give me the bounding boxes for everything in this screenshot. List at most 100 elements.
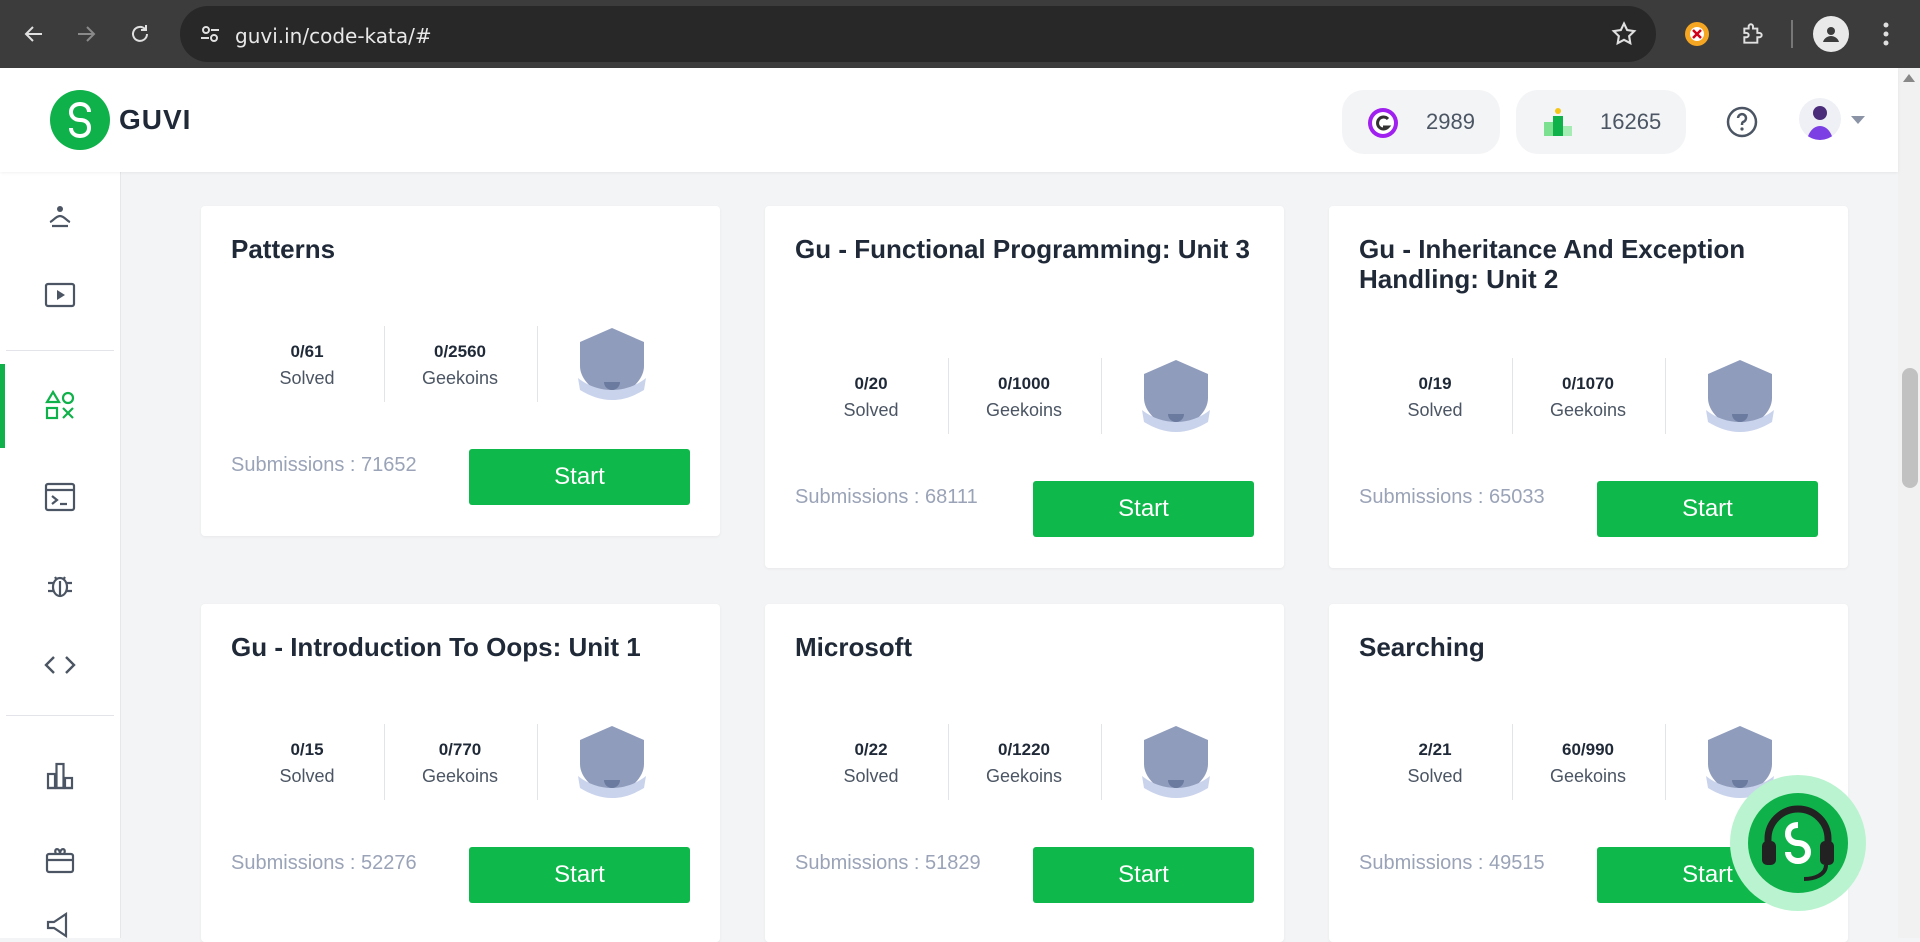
start-button[interactable]: Start <box>1033 847 1254 903</box>
forward-icon[interactable] <box>66 14 106 54</box>
gift-icon <box>45 848 75 874</box>
submissions-count: Submissions : 65033 <box>1359 486 1545 508</box>
back-icon[interactable] <box>14 14 54 54</box>
solved-label: Solved <box>1407 766 1463 786</box>
support-headset-icon <box>1748 793 1848 893</box>
podium-icon <box>1542 106 1574 143</box>
submissions-count: Submissions : 49515 <box>1359 852 1545 874</box>
sidebar-item-debugging[interactable] <box>0 562 120 608</box>
menu-dots-icon[interactable] <box>1866 14 1906 54</box>
solved-label: Solved <box>279 368 335 388</box>
submissions-count: Submissions : 52276 <box>231 852 417 874</box>
site-info-icon[interactable] <box>198 22 222 51</box>
geekoins-label: Geekoins <box>985 400 1063 420</box>
geekoins-count: 0/770 <box>438 740 482 759</box>
solved-label: Solved <box>279 766 335 786</box>
sidebar-divider <box>6 715 114 716</box>
chevron-down-icon[interactable] <box>1851 116 1865 124</box>
solved-label: Solved <box>843 766 899 786</box>
badge-shield-icon <box>1704 358 1776 434</box>
page-scrollbar[interactable] <box>1898 68 1920 938</box>
geekoins-pill[interactable]: 2989 <box>1342 90 1500 154</box>
profile-icon[interactable] <box>1813 16 1849 52</box>
card-stats: 0/20 Solved 0/1000 Geekoins <box>795 358 1225 434</box>
browser-toolbar: guvi.in/code-kata/# <box>0 0 1920 68</box>
start-button[interactable]: Start <box>1033 481 1254 537</box>
geekoins-stat: 0/1070 Geekoins <box>1512 358 1664 434</box>
geekoins-count: 0/2560 <box>434 342 486 361</box>
sidebar-item-rewards[interactable] <box>0 836 120 882</box>
support-chat-button[interactable] <box>1730 775 1866 911</box>
address-bar[interactable]: guvi.in/code-kata/# <box>180 6 1656 62</box>
card-title[interactable]: Gu - Inheritance And Exception Handling:… <box>1359 234 1818 294</box>
megaphone-icon <box>46 912 68 938</box>
card-stats: 0/61 Solved 0/2560 Geekoins <box>231 326 661 402</box>
scrollbar-thumb[interactable] <box>1902 368 1918 488</box>
stat-divider <box>1101 358 1102 434</box>
shapes-icon <box>45 389 75 420</box>
geekoins-stat: 60/990 Geekoins <box>1512 724 1664 800</box>
sidebar-item-practice[interactable] <box>0 194 120 240</box>
sidebar-item-leaderboard[interactable] <box>0 752 120 798</box>
solved-count: 0/19 <box>1418 374 1452 393</box>
bug-icon <box>48 576 72 598</box>
start-button[interactable]: Start <box>469 449 690 505</box>
kata-card[interactable]: Gu - Inheritance And Exception Handling:… <box>1329 206 1848 568</box>
geekoins-label: Geekoins <box>421 368 499 388</box>
kata-card[interactable]: Microsoft 0/22 Solved 0/1220 Geekoins Su… <box>765 604 1284 942</box>
sidebar-item-code[interactable] <box>0 642 120 688</box>
extensions-puzzle-icon[interactable] <box>1733 14 1773 54</box>
scroll-up-arrow-icon[interactable] <box>1903 74 1915 82</box>
rank-pill[interactable]: 16265 <box>1516 90 1686 154</box>
badge-shield-icon <box>576 326 648 402</box>
solved-stat: 2/21 Solved <box>1359 724 1511 800</box>
bookmark-star-icon[interactable] <box>1610 20 1638 53</box>
rank-value: 16265 <box>1600 109 1662 134</box>
card-stats: 0/15 Solved 0/770 Geekoins <box>231 724 661 800</box>
solved-stat: 0/61 Solved <box>231 326 383 402</box>
help-icon[interactable] <box>1726 106 1758 143</box>
app-header: GUVI 2989 16265 <box>0 68 1898 172</box>
stat-divider <box>537 724 538 800</box>
extension-icon[interactable] <box>1677 14 1717 54</box>
solved-label: Solved <box>843 400 899 420</box>
terminal-window-icon <box>44 482 76 512</box>
bar-chart-icon <box>46 762 74 790</box>
start-button[interactable]: Start <box>469 847 690 903</box>
reload-icon[interactable] <box>120 14 160 54</box>
code-brackets-icon <box>44 656 76 674</box>
sidebar-item-ide[interactable] <box>0 474 120 520</box>
geekoins-label: Geekoins <box>1549 400 1627 420</box>
card-title[interactable]: Searching <box>1359 632 1818 662</box>
sidebar-item-videos[interactable] <box>0 272 120 318</box>
sidebar-divider <box>6 350 114 351</box>
submissions-count: Submissions : 68111 <box>795 486 978 508</box>
card-title[interactable]: Patterns <box>231 234 690 264</box>
submissions-count: Submissions : 51829 <box>795 852 981 874</box>
kata-card[interactable]: Patterns 0/61 Solved 0/2560 Geekoins Sub… <box>201 206 720 536</box>
logo-text[interactable]: GUVI <box>119 104 191 136</box>
url-text[interactable]: guvi.in/code-kata/# <box>235 24 432 48</box>
card-title[interactable]: Gu - Functional Programming: Unit 3 <box>795 234 1254 264</box>
geekoins-label: Geekoins <box>421 766 499 786</box>
solved-stat: 0/19 Solved <box>1359 358 1511 434</box>
guvi-logo-icon[interactable] <box>50 90 110 150</box>
solved-count: 0/61 <box>290 342 324 361</box>
card-title[interactable]: Gu - Introduction To Oops: Unit 1 <box>231 632 690 662</box>
geekoins-stat: 0/770 Geekoins <box>384 724 536 800</box>
geekoins-value: 2989 <box>1426 109 1475 134</box>
sidebar-item-codekata[interactable] <box>0 382 120 428</box>
card-title[interactable]: Microsoft <box>795 632 1254 662</box>
kata-card[interactable]: Gu - Introduction To Oops: Unit 1 0/15 S… <box>201 604 720 942</box>
sidebar-item-announcements[interactable] <box>0 912 120 938</box>
user-avatar[interactable] <box>1799 98 1841 140</box>
geekoins-stat: 0/1220 Geekoins <box>948 724 1100 800</box>
badge-shield-icon <box>1140 358 1212 434</box>
start-button[interactable]: Start <box>1597 481 1818 537</box>
badge-shield-icon <box>1140 724 1212 800</box>
solved-label: Solved <box>1407 400 1463 420</box>
stat-divider <box>1101 724 1102 800</box>
stat-divider <box>1665 358 1666 434</box>
submissions-count: Submissions : 71652 <box>231 454 417 476</box>
kata-card[interactable]: Gu - Functional Programming: Unit 3 0/20… <box>765 206 1284 568</box>
